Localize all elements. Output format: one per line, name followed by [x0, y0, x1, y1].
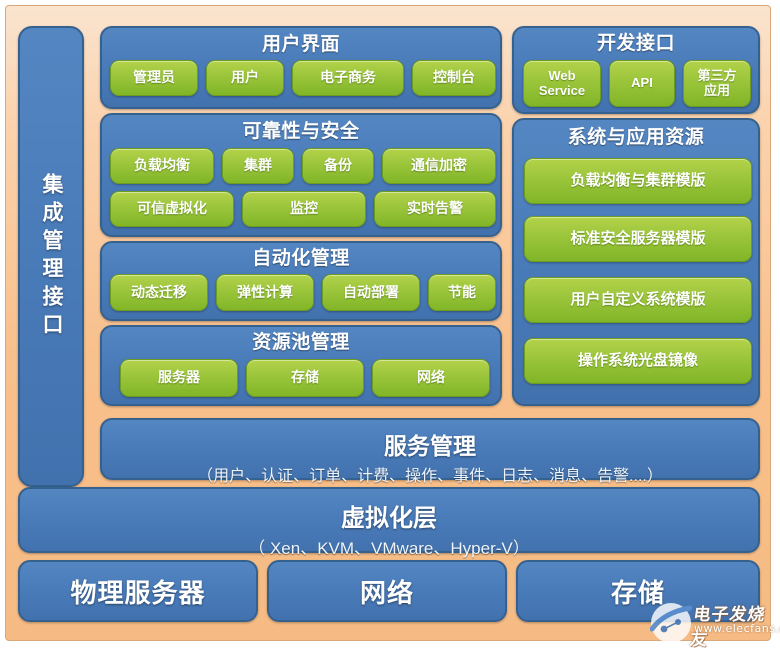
group-reliability-security: 可靠性与安全 负载均衡 集群 备份 通信加密 可信虚拟化 监控 实时告警: [100, 113, 502, 237]
chip-elastic-computing[interactable]: 弹性计算: [216, 274, 314, 311]
chip-monitoring[interactable]: 监控: [242, 191, 366, 227]
chip-os-disc-image[interactable]: 操作系统光盘镜像: [524, 338, 752, 384]
group-user-interface-title: 用户界面: [261, 34, 340, 55]
sidebar-label: 集成管理接口: [40, 172, 63, 341]
chip-storage[interactable]: 存储: [246, 359, 364, 397]
chip-realtime-alarm[interactable]: 实时告警: [374, 191, 496, 227]
chip-console[interactable]: 控制台: [412, 60, 496, 96]
bar-virtualization-layer: 虚拟化层 （ Xen、KVM、VMware、Hyper-V）: [18, 487, 760, 558]
chip-user[interactable]: 用户: [206, 60, 284, 96]
chip-ecommerce[interactable]: 电子商务: [292, 60, 404, 96]
infra-label-storage: 存储: [610, 577, 665, 608]
chip-communication-encryption[interactable]: 通信加密: [382, 148, 496, 184]
bar-virtualization-layer-title: 虚拟化层: [341, 505, 437, 532]
chip-server[interactable]: 服务器: [120, 359, 238, 397]
chip-standard-secure-server-template[interactable]: 标准安全服务器模版: [524, 216, 752, 262]
bar-service-management-title: 服务管理: [384, 433, 476, 459]
group-user-interface: 用户界面 管理员 用户 电子商务 控制台: [100, 26, 502, 109]
group-system-app-resources: 系统与应用资源 负载均衡与集群模版 标准安全服务器模版 用户自定义系统模版 操作…: [512, 118, 760, 406]
chip-user-defined-system-template[interactable]: 用户自定义系统模版: [524, 277, 752, 323]
chip-auto-deployment[interactable]: 自动部署: [322, 274, 420, 311]
bar-service-management: 服务管理 （用户、认证、订单、计费、操作、事件、日志、消息、告警....）: [100, 418, 760, 485]
chip-api[interactable]: API: [609, 60, 675, 107]
chip-load-balancing[interactable]: 负载均衡: [110, 148, 214, 184]
infra-label-physical-server: 物理服务器: [70, 577, 206, 608]
group-resource-pool-management-title: 资源池管理: [252, 332, 350, 353]
group-automation-management-title: 自动化管理: [252, 248, 350, 269]
bar-virtualization-layer-subtitle: （ Xen、KVM、VMware、Hyper-V）: [248, 539, 530, 558]
chip-trusted-virtualization[interactable]: 可信虚拟化: [110, 191, 234, 227]
infra-box-network: 网络: [267, 560, 507, 622]
infra-box-physical-server: 物理服务器: [18, 560, 258, 622]
group-automation-management: 自动化管理 动态迁移 弹性计算 自动部署 节能: [100, 241, 502, 321]
integrated-management-interface-panel: 集成管理接口: [18, 26, 84, 487]
chip-web-service[interactable]: Web Service: [523, 60, 601, 107]
chip-energy-saving[interactable]: 节能: [428, 274, 496, 311]
architecture-diagram: 集成管理接口 用户界面 管理员 用户 电子商务 控制台 开发接口 Web Ser…: [0, 0, 780, 650]
chip-cluster[interactable]: 集群: [222, 148, 294, 184]
group-dev-interface-title: 开发接口: [596, 33, 675, 54]
infra-label-network: 网络: [359, 577, 414, 608]
chip-lb-cluster-template[interactable]: 负载均衡与集群模版: [524, 158, 752, 204]
chip-live-migration[interactable]: 动态迁移: [110, 274, 208, 311]
chip-admin[interactable]: 管理员: [110, 60, 198, 96]
bar-service-management-subtitle: （用户、认证、订单、计费、操作、事件、日志、消息、告警....）: [197, 468, 663, 485]
chip-backup[interactable]: 备份: [302, 148, 374, 184]
group-dev-interface: 开发接口 Web Service API 第三方 应用: [512, 26, 760, 114]
infra-box-storage: 存储: [516, 560, 760, 622]
group-reliability-security-title: 可靠性与安全: [242, 121, 360, 142]
group-system-app-resources-title: 系统与应用资源: [567, 127, 705, 148]
chip-network[interactable]: 网络: [372, 359, 490, 397]
chip-third-party-app[interactable]: 第三方 应用: [683, 60, 751, 107]
group-resource-pool-management: 资源池管理 服务器 存储 网络: [100, 325, 502, 406]
